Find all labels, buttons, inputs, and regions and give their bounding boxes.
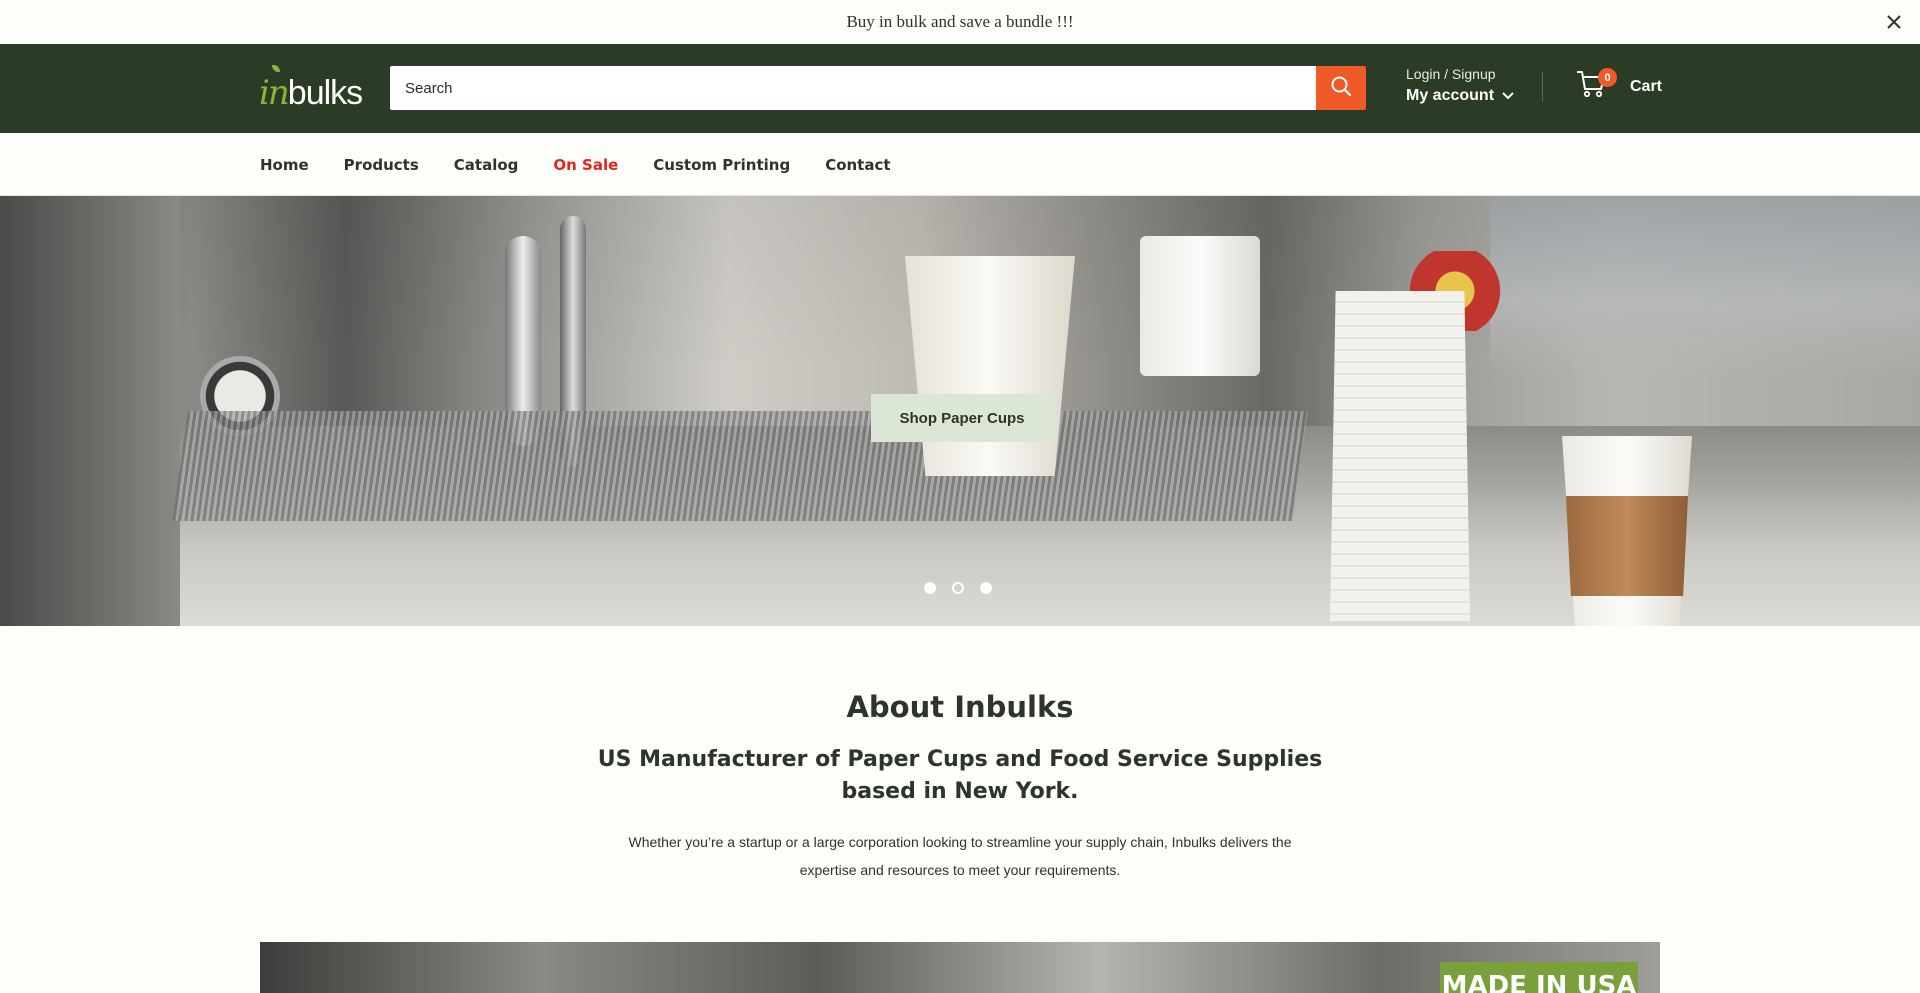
stacked-cups-image (1330, 291, 1470, 621)
hero-machine-panel (0, 196, 180, 626)
search-icon (1330, 75, 1352, 102)
hero-slideshow: Shop Paper Cups (0, 196, 1920, 626)
slide-dot-1[interactable] (924, 582, 936, 594)
nav-item-contact[interactable]: Contact (825, 156, 890, 174)
announcement-bar: Buy in bulk and save a bundle !!! (0, 0, 1920, 44)
slide-dot-3[interactable] (980, 582, 992, 594)
nav-item-home[interactable]: Home (260, 156, 309, 174)
nav-item-products[interactable]: Products (344, 156, 419, 174)
about-title: About Inbulks (846, 690, 1074, 724)
shop-paper-cups-button[interactable]: Shop Paper Cups (871, 394, 1053, 442)
header-divider (1542, 72, 1543, 102)
login-signup-link[interactable]: Login / Signup (1406, 66, 1496, 82)
slideshow-dots (924, 582, 992, 594)
my-account-label: My account (1406, 87, 1495, 104)
inbulks-logo[interactable]: in bulks (259, 63, 363, 113)
search-input[interactable] (390, 66, 1316, 110)
logo-prefix: in (259, 73, 290, 113)
search-bar (390, 66, 1366, 110)
search-button[interactable] (1316, 66, 1366, 110)
announcement-text: Buy in bulk and save a bundle !!! (846, 12, 1074, 31)
chevron-down-icon (1502, 87, 1514, 105)
factory-banner: MADE IN USA (260, 942, 1660, 993)
close-icon[interactable] (1882, 10, 1906, 34)
about-body: Whether you’re a startup or a large corp… (628, 834, 1292, 878)
made-in-usa-badge: MADE IN USA (1440, 962, 1638, 993)
nav-item-custom-printing[interactable]: Custom Printing (653, 156, 790, 174)
milk-pitcher-image (1140, 236, 1260, 376)
nav-item-on-sale[interactable]: On Sale (553, 156, 618, 174)
logo-word: bulks (287, 74, 363, 112)
about-subtitle: US Manufacturer of Paper Cups and Food S… (597, 747, 1323, 804)
hero-background-shelf (1490, 196, 1920, 376)
about-section: About Inbulks US Manufacturer of Paper C… (0, 626, 1920, 942)
cart-label: Cart (1630, 78, 1663, 95)
drip-tray-image (172, 411, 1308, 521)
cart-button[interactable]: 0 Cart (1576, 68, 1662, 103)
slide-dot-2[interactable] (952, 582, 964, 594)
nav-item-catalog[interactable]: Catalog (454, 156, 519, 174)
my-account-button[interactable]: My account (1406, 87, 1514, 105)
site-header: in bulks Login / Signup My account 0 Car… (0, 44, 1920, 133)
paper-cup-image (905, 256, 1075, 476)
cart-count-badge: 0 (1598, 68, 1617, 87)
main-nav: Home Products Catalog On Sale Custom Pri… (0, 133, 1920, 196)
cup-sleeve-image (1566, 496, 1688, 596)
